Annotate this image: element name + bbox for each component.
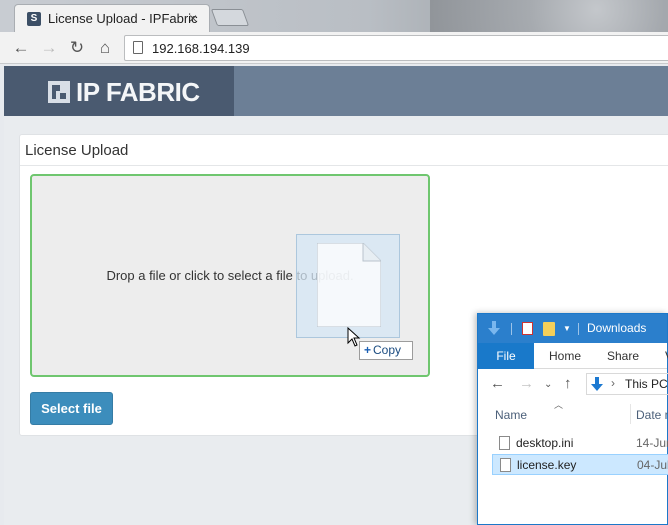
browser-tab[interactable]: S License Upload - IPFabric × — [14, 4, 210, 32]
titlebar-separator — [578, 323, 579, 335]
download-arrow-icon — [488, 321, 500, 335]
new-folder-icon[interactable] — [543, 322, 555, 336]
key-file-icon — [500, 458, 511, 472]
drag-copy-badge: + Copy — [359, 341, 413, 360]
app-header: IP FABRIC — [4, 66, 668, 116]
url-text: 192.168.194.139 — [152, 41, 250, 56]
explorer-back-icon[interactable]: ← — [490, 375, 505, 392]
explorer-title: Downloads — [587, 321, 647, 335]
copy-label: Copy — [373, 343, 402, 357]
explorer-titlebar[interactable]: ▼ Downloads — [478, 314, 667, 343]
path-text: This PC — [625, 377, 668, 391]
address-bar[interactable]: 192.168.194.139 — [124, 35, 668, 61]
sort-ascending-icon: ︿ — [554, 400, 564, 410]
file-date: 14-Jun — [636, 436, 668, 450]
file-name: desktop.ini — [516, 436, 574, 450]
quick-access-dropdown-icon[interactable]: ▼ — [563, 325, 571, 333]
file-date: 04-Jul — [637, 458, 668, 472]
drag-preview — [296, 234, 400, 338]
panel-divider — [20, 165, 668, 166]
file-row-desktop-ini[interactable]: desktop.ini 14-Jun — [492, 433, 668, 454]
copy-plus-icon: + — [364, 343, 372, 357]
ribbon-tab-file[interactable]: File — [478, 343, 534, 369]
ipfabric-favicon-icon: S — [27, 12, 41, 26]
explorer-address-row: ← → ⌄ ↑ › This PC — [478, 370, 668, 398]
tab-title: License Upload - IPFabric — [48, 11, 198, 26]
file-explorer-window[interactable]: ▼ Downloads File Home Share V ← → ⌄ ↑ › … — [477, 313, 668, 525]
tab-close-icon[interactable]: × — [189, 10, 197, 26]
select-file-button[interactable]: Select file — [30, 392, 113, 425]
column-date[interactable]: Date m — [636, 408, 668, 422]
explorer-column-header: ︿ Name Date m — [478, 398, 668, 428]
explorer-path-box[interactable]: › This PC — [586, 373, 668, 395]
logo-block[interactable]: IP FABRIC — [4, 66, 234, 116]
forward-icon[interactable]: → — [38, 37, 60, 59]
titlebar-separator — [511, 323, 512, 335]
explorer-ribbon: File Home Share V — [478, 343, 668, 369]
new-tab-button[interactable] — [210, 9, 250, 26]
panel-title: License Upload — [25, 142, 129, 159]
properties-icon[interactable] — [522, 322, 533, 335]
file-page-icon — [317, 243, 381, 327]
browser-toolbar: ← → ↻ ⌂ 192.168.194.139 — [0, 32, 668, 64]
column-name[interactable]: Name — [495, 408, 527, 422]
back-icon[interactable]: ← — [10, 37, 32, 59]
file-name: license.key — [517, 458, 577, 472]
home-icon[interactable]: ⌂ — [94, 37, 116, 59]
recent-locations-icon[interactable]: ⌄ — [544, 379, 552, 390]
downloads-path-icon — [591, 377, 603, 391]
ipfabric-logo-icon — [48, 81, 70, 103]
file-row-license-key[interactable]: license.key 04-Jul — [492, 454, 668, 475]
explorer-forward-icon[interactable]: → — [519, 375, 534, 392]
logo-text: IP FABRIC — [76, 77, 200, 107]
ribbon-tab-home[interactable]: Home — [549, 343, 581, 369]
reload-icon[interactable]: ↻ — [66, 37, 88, 59]
ribbon-tab-share[interactable]: Share — [607, 343, 639, 369]
ini-file-icon — [499, 436, 510, 450]
up-folder-icon[interactable]: ↑ — [564, 375, 572, 392]
tabstrip-background — [430, 0, 668, 32]
column-separator[interactable] — [630, 404, 631, 424]
page-icon — [133, 41, 143, 54]
path-chevron-icon: › — [611, 376, 615, 390]
browser-tabstrip: S License Upload - IPFabric × — [0, 0, 668, 32]
